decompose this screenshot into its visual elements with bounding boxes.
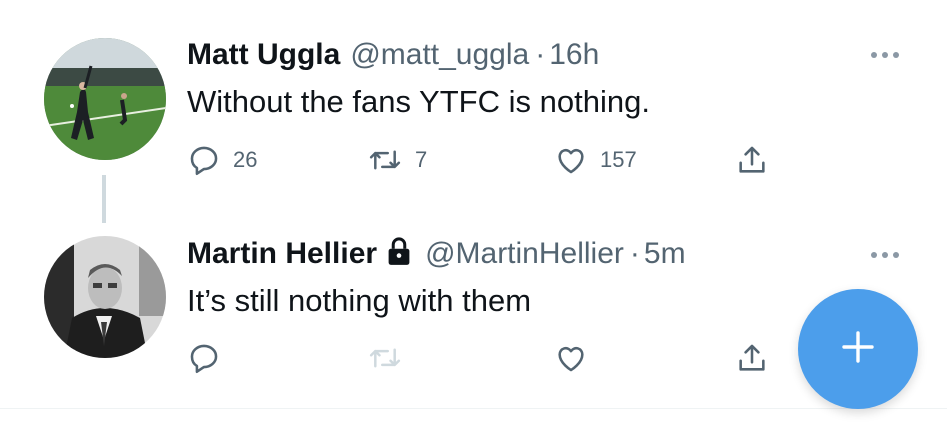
retweet-icon (367, 143, 403, 177)
retweet-button-disabled (367, 341, 403, 375)
tweet-text: It’s still nothing with them (187, 283, 532, 318)
tweet-1-header: Matt Uggla @matt_uggla · 16h (187, 38, 599, 72)
tweet-1[interactable]: Matt Uggla @matt_uggla · 16h Without the… (0, 0, 947, 190)
author-name[interactable]: Martin Hellier (187, 237, 377, 271)
retweet-count: 7 (415, 147, 428, 172)
reply-count: 26 (233, 147, 258, 172)
plus-icon (840, 329, 876, 370)
tweet-text: Without the fans YTFC is nothing. (187, 84, 650, 119)
like-count: 157 (600, 147, 637, 172)
separator-dot: · (535, 38, 546, 71)
share-button[interactable] (735, 341, 769, 375)
reply-button[interactable]: 26 (187, 143, 257, 177)
author-handle[interactable]: @matt_uggla (350, 38, 529, 72)
retweet-button[interactable]: 7 (367, 143, 427, 177)
lock-icon (385, 236, 413, 271)
timestamp[interactable]: 16h (549, 38, 599, 72)
reply-icon (187, 143, 221, 177)
share-icon (735, 341, 769, 375)
reply-icon (187, 341, 221, 375)
separator-dot: · (629, 236, 640, 270)
share-icon (735, 143, 769, 177)
tweet-2-header: Martin Hellier @MartinHellier · 5m (187, 236, 686, 271)
reply-button[interactable] (187, 341, 221, 375)
retweet-icon (367, 341, 403, 375)
timeline-divider (0, 408, 947, 409)
like-button[interactable] (554, 341, 588, 375)
heart-icon (554, 143, 588, 177)
tweet-2[interactable]: Martin Hellier @MartinHellier · 5m It’s … (0, 225, 947, 408)
like-button[interactable]: 157 (554, 143, 637, 177)
thread-connector (102, 175, 106, 223)
author-handle[interactable]: @MartinHellier (425, 237, 624, 271)
author-name[interactable]: Matt Uggla (187, 38, 340, 72)
timestamp[interactable]: 5m (644, 237, 686, 271)
share-button[interactable] (735, 143, 769, 177)
heart-icon (554, 341, 588, 375)
avatar-matt[interactable] (44, 38, 166, 160)
compose-tweet-button[interactable] (798, 289, 918, 409)
more-icon[interactable] (871, 52, 899, 58)
avatar-martin[interactable] (44, 236, 166, 358)
more-icon[interactable] (871, 252, 899, 258)
